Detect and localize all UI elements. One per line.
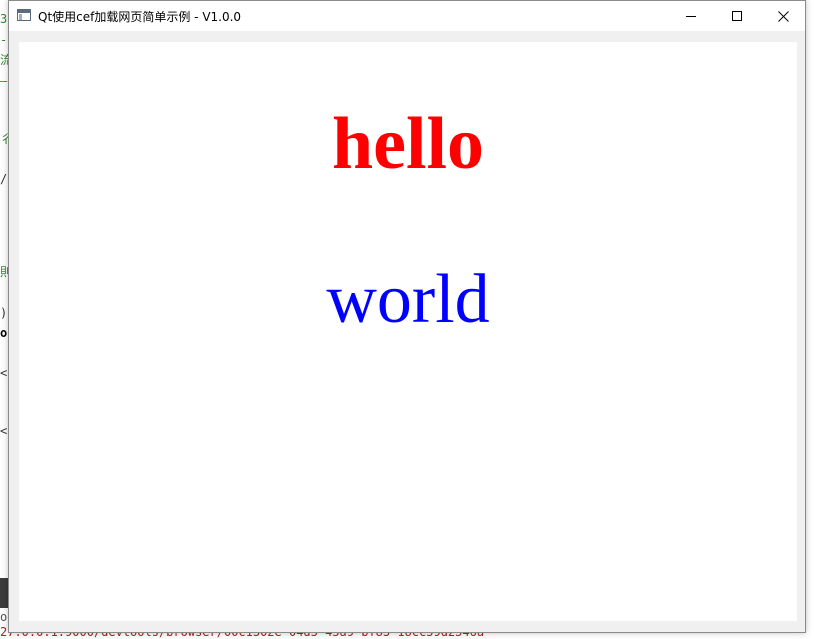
web-view[interactable]: hello world bbox=[19, 42, 797, 621]
window-title: Qt使用cef加载网页简单示例 - V1.0.0 bbox=[38, 10, 242, 24]
close-icon bbox=[777, 10, 789, 22]
title-bar[interactable]: Qt使用cef加载网页简单示例 - V1.0.0 bbox=[9, 1, 805, 31]
app-window-icon bbox=[17, 9, 31, 21]
maximize-button[interactable] bbox=[714, 1, 760, 31]
minimize-button[interactable] bbox=[668, 1, 714, 31]
maximize-icon bbox=[732, 11, 742, 21]
page-heading: hello bbox=[331, 103, 485, 185]
app-window: Qt使用cef加载网页简单示例 - V1.0.0 hello world bbox=[8, 0, 806, 633]
minimize-icon bbox=[686, 11, 696, 21]
close-button[interactable] bbox=[760, 1, 806, 31]
page-subheading: world bbox=[326, 261, 490, 338]
